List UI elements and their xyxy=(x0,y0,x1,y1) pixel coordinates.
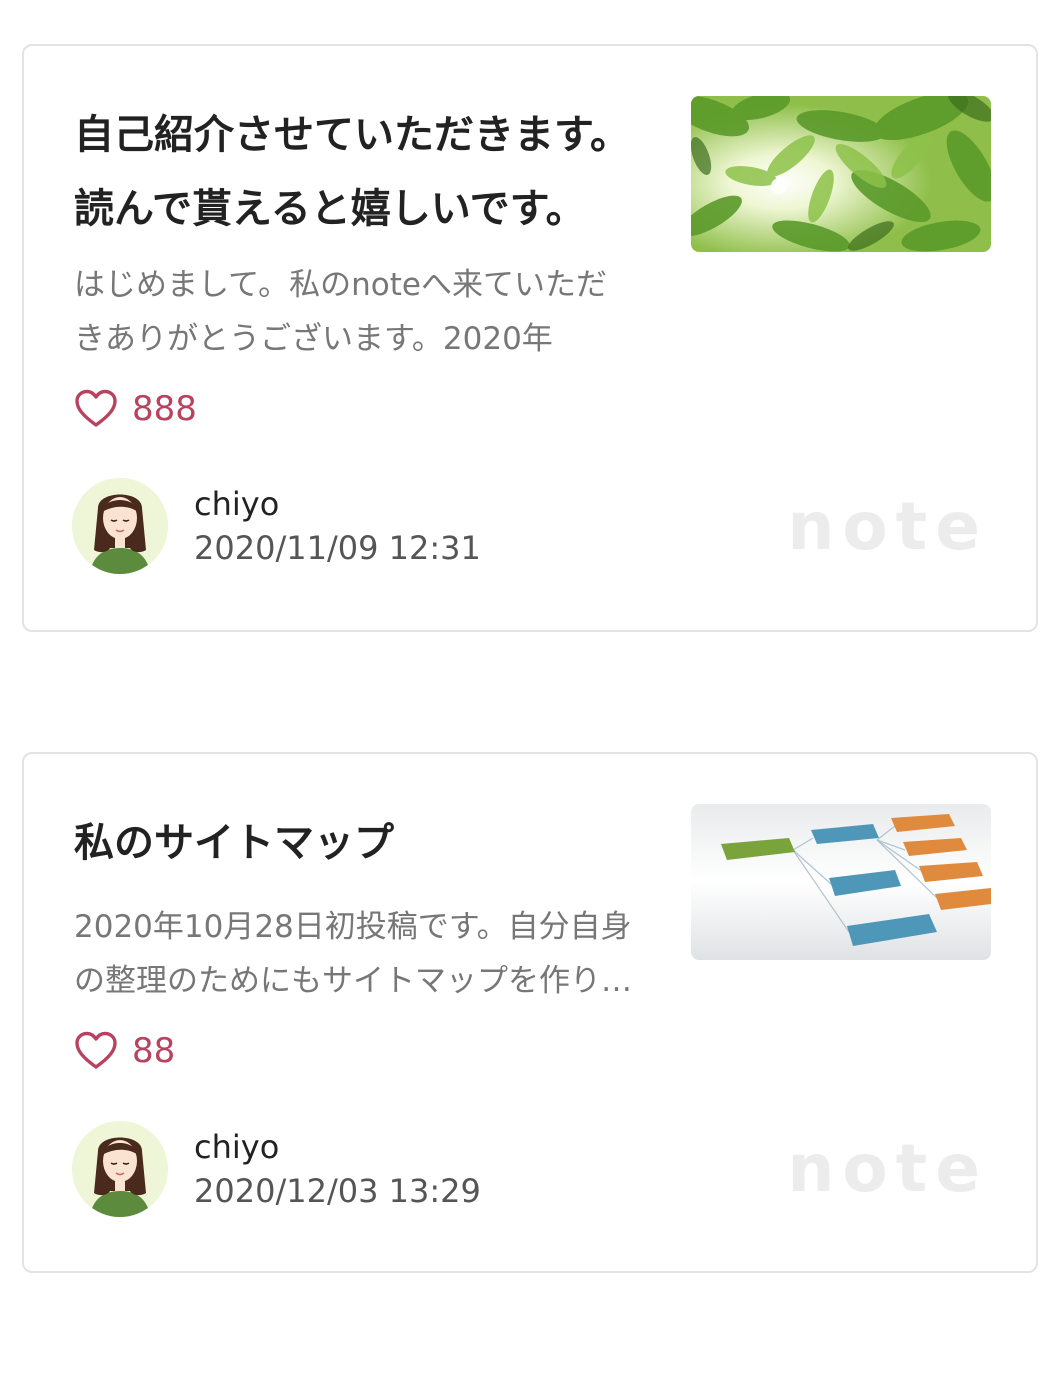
article-card[interactable]: 自己紹介させていただきます。読んで貰えると嬉しいです。 はじめまして。私のnot… xyxy=(22,44,1038,632)
heart-icon[interactable] xyxy=(74,389,118,429)
like-area[interactable]: 888 xyxy=(74,386,197,432)
avatar[interactable] xyxy=(72,478,168,574)
post-date: 2020/11/09 12:31 xyxy=(194,529,481,567)
article-excerpt: はじめまして。私のnoteへ来ていただきありがとうございます。2020年 xyxy=(74,267,607,357)
author-name[interactable]: chiyo xyxy=(194,1125,481,1169)
post-date: 2020/12/03 13:29 xyxy=(194,1172,481,1210)
like-area[interactable]: 88 xyxy=(74,1028,175,1074)
author-info[interactable]: chiyo 2020/11/09 12:31 xyxy=(72,478,481,574)
article-thumbnail[interactable] xyxy=(691,804,991,960)
article-card[interactable]: 私のサイトマップ 2020年10月28日初投稿です。自分自身の整理のためにもサイ… xyxy=(22,752,1038,1273)
note-logo: note xyxy=(787,488,988,565)
like-count: 888 xyxy=(132,389,197,429)
avatar[interactable] xyxy=(72,1121,168,1217)
article-title[interactable]: 私のサイトマップ xyxy=(74,806,644,880)
note-logo: note xyxy=(787,1130,988,1207)
heart-icon[interactable] xyxy=(74,1031,118,1071)
like-count: 88 xyxy=(132,1031,176,1071)
article-thumbnail[interactable] xyxy=(691,96,991,252)
article-excerpt: 2020年10月28日初投稿です。自分自身の整理のためにもサイトマップを作りまし… xyxy=(74,909,632,999)
author-name[interactable]: chiyo xyxy=(194,482,481,526)
author-info[interactable]: chiyo 2020/12/03 13:29 xyxy=(72,1121,481,1217)
article-title[interactable]: 自己紹介させていただきます。読んで貰えると嬉しいです。 xyxy=(74,98,644,246)
